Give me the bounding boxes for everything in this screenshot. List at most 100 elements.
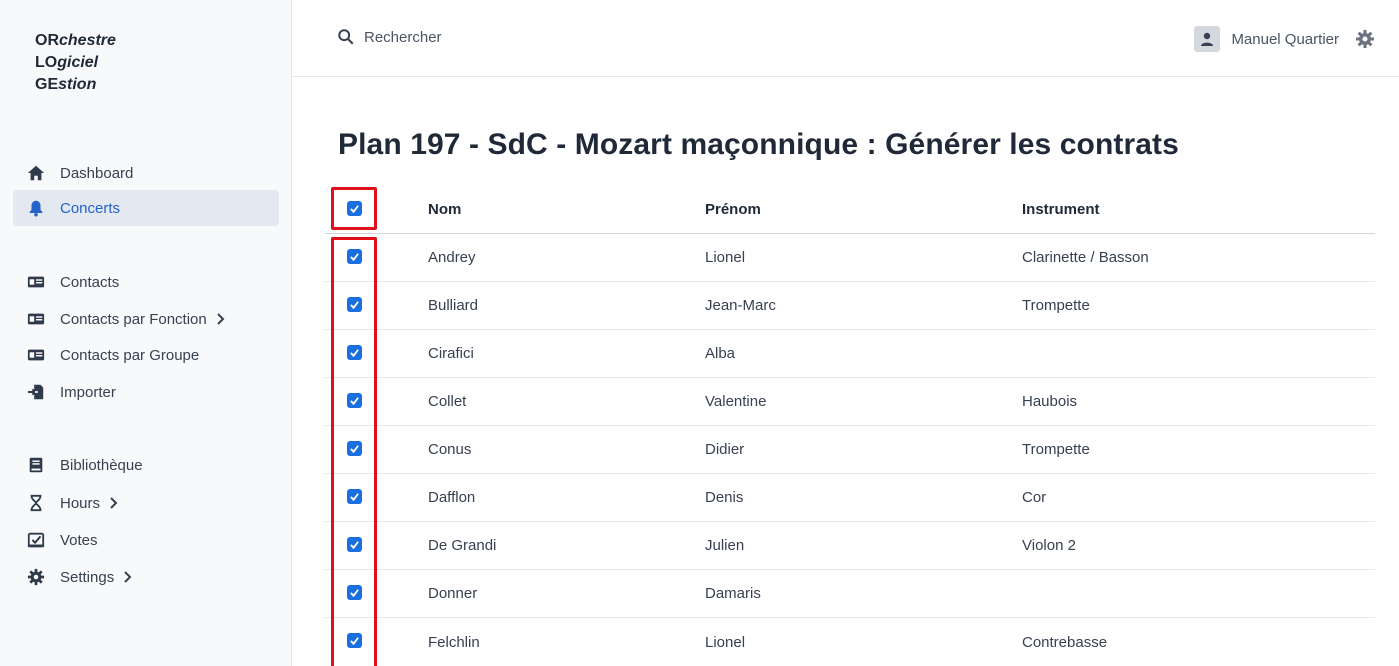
sidebar-item-settings[interactable]: Settings bbox=[13, 559, 279, 595]
cell-nom: Conus bbox=[428, 441, 472, 458]
checkbox-checked-icon bbox=[347, 297, 362, 312]
id-card-icon bbox=[26, 272, 46, 292]
user-menu[interactable]: Manuel Quartier bbox=[1194, 26, 1375, 52]
sidebar-item-contacts[interactable]: Contacts bbox=[13, 264, 279, 300]
book-icon bbox=[26, 455, 46, 475]
select-all-checkbox[interactable] bbox=[347, 201, 363, 217]
sidebar: ORchestre LOgiciel GEstion Dashboard Con… bbox=[0, 0, 292, 666]
cell-prenom: Denis bbox=[705, 489, 744, 506]
row-checkbox[interactable] bbox=[347, 297, 363, 313]
topbar: Rechercher Manuel Quartier bbox=[293, 0, 1399, 77]
cell-prenom: Lionel bbox=[705, 633, 746, 651]
sidebar-item-bibliotheque[interactable]: Bibliothèque bbox=[13, 447, 279, 483]
sidebar-item-contacts-par-groupe[interactable]: Contacts par Groupe bbox=[13, 337, 279, 373]
row-checkbox[interactable] bbox=[347, 441, 363, 457]
home-icon bbox=[26, 163, 46, 183]
cell-nom: De Grandi bbox=[428, 537, 497, 554]
cell-prenom: Didier bbox=[705, 441, 745, 458]
checkbox-checked-icon bbox=[347, 633, 362, 648]
sidebar-item-label: Concerts bbox=[60, 199, 121, 217]
contracts-table: Nom Prénom Instrument Andrey Lionel Clar… bbox=[325, 186, 1375, 666]
row-checkbox[interactable] bbox=[347, 249, 363, 265]
checkbox-checked-icon bbox=[347, 393, 362, 408]
sidebar-item-contacts-par-fonction[interactable]: Contacts par Fonction bbox=[13, 301, 279, 337]
search-placeholder: Rechercher bbox=[364, 28, 442, 46]
row-checkbox[interactable] bbox=[347, 585, 363, 601]
sidebar-item-label: Contacts par Fonction bbox=[60, 310, 207, 328]
sidebar-item-label: Contacts bbox=[60, 273, 120, 291]
cell-prenom: Valentine bbox=[705, 393, 767, 410]
cell-instrument: Clarinette / Basson bbox=[1022, 249, 1149, 266]
gear-icon[interactable] bbox=[1355, 29, 1375, 49]
checkbox-checked-icon bbox=[347, 201, 362, 216]
sidebar-item-label: Votes bbox=[60, 531, 98, 549]
checkbox-checked-icon bbox=[347, 489, 362, 504]
row-checkbox[interactable] bbox=[347, 489, 363, 505]
column-header-instrument[interactable]: Instrument bbox=[1022, 201, 1100, 218]
cell-nom: Andrey bbox=[428, 249, 476, 266]
search-input[interactable]: Rechercher bbox=[337, 28, 442, 46]
cell-nom: Dafflon bbox=[428, 489, 476, 506]
sidebar-item-label: Settings bbox=[60, 568, 115, 586]
id-card-icon bbox=[26, 309, 46, 329]
sidebar-item-concerts[interactable]: Concerts bbox=[13, 190, 279, 226]
cell-prenom: Jean-Marc bbox=[705, 297, 776, 314]
table-row: Conus Didier Trompette bbox=[325, 426, 1375, 474]
cell-prenom: Damaris bbox=[705, 585, 761, 602]
cell-instrument: Violon 2 bbox=[1022, 537, 1076, 554]
avatar bbox=[1194, 26, 1221, 52]
checkbox-checked-icon bbox=[347, 537, 362, 552]
chevron-right-icon bbox=[122, 571, 132, 583]
table-row: Andrey Lionel Clarinette / Basson bbox=[325, 234, 1375, 282]
table-row: Donner Damaris bbox=[325, 570, 1375, 618]
sidebar-item-dashboard[interactable]: Dashboard bbox=[13, 155, 279, 191]
hourglass-icon bbox=[26, 493, 46, 513]
row-checkbox[interactable] bbox=[347, 633, 363, 649]
sidebar-item-label: Dashboard bbox=[60, 164, 134, 182]
page-title: Plan 197 - SdC - Mozart maçonnique : Gén… bbox=[338, 128, 1179, 161]
chevron-right-icon bbox=[108, 497, 118, 509]
brand-line-1: ORchestre bbox=[35, 32, 116, 49]
cell-prenom: Alba bbox=[705, 345, 736, 362]
chevron-right-icon bbox=[215, 313, 225, 325]
cell-nom: Collet bbox=[428, 393, 467, 410]
table-row: Collet Valentine Haubois bbox=[325, 378, 1375, 426]
app-brand[interactable]: ORchestre LOgiciel GEstion bbox=[35, 30, 116, 96]
table-row: Bulliard Jean-Marc Trompette bbox=[325, 282, 1375, 330]
search-icon bbox=[337, 28, 364, 46]
cell-instrument: Cor bbox=[1022, 489, 1047, 506]
row-checkbox[interactable] bbox=[347, 345, 363, 361]
sidebar-item-label: Hours bbox=[60, 494, 101, 512]
user-name: Manuel Quartier bbox=[1231, 30, 1339, 48]
sidebar-item-votes[interactable]: Votes bbox=[13, 522, 279, 558]
column-header-nom[interactable]: Nom bbox=[428, 201, 461, 218]
sidebar-item-hours[interactable]: Hours bbox=[13, 485, 279, 521]
table-row: Cirafici Alba bbox=[325, 330, 1375, 378]
cell-instrument: Contrebasse bbox=[1022, 633, 1108, 651]
cell-prenom: Julien bbox=[705, 537, 745, 554]
table-row: Felchlin Lionel Contrebasse bbox=[325, 618, 1375, 666]
table-row: Dafflon Denis Cor bbox=[325, 474, 1375, 522]
cell-prenom: Lionel bbox=[705, 249, 746, 266]
brand-line-3: GEstion bbox=[35, 76, 97, 93]
row-checkbox[interactable] bbox=[347, 393, 363, 409]
row-checkbox[interactable] bbox=[347, 537, 363, 553]
checkbox-checked-icon bbox=[347, 585, 362, 600]
sidebar-item-label: Contacts par Groupe bbox=[60, 346, 200, 364]
cell-nom: Bulliard bbox=[428, 297, 479, 314]
cell-instrument: Trompette bbox=[1022, 297, 1090, 314]
table-header-row: Nom Prénom Instrument bbox=[325, 186, 1375, 234]
checkbox-checked-icon bbox=[347, 249, 362, 264]
gear-icon bbox=[26, 567, 46, 587]
column-header-prenom[interactable]: Prénom bbox=[705, 201, 761, 218]
cell-nom: Felchlin bbox=[428, 633, 480, 651]
table-row: De Grandi Julien Violon 2 bbox=[325, 522, 1375, 570]
bell-icon bbox=[26, 198, 46, 218]
sidebar-item-importer[interactable]: Importer bbox=[13, 374, 279, 410]
cell-nom: Cirafici bbox=[428, 345, 474, 362]
checkbox-checked-icon bbox=[347, 345, 362, 360]
brand-line-2: LOgiciel bbox=[35, 54, 99, 71]
import-icon bbox=[26, 382, 46, 402]
sidebar-item-label: Bibliothèque bbox=[60, 456, 143, 474]
cell-instrument: Haubois bbox=[1022, 393, 1078, 410]
